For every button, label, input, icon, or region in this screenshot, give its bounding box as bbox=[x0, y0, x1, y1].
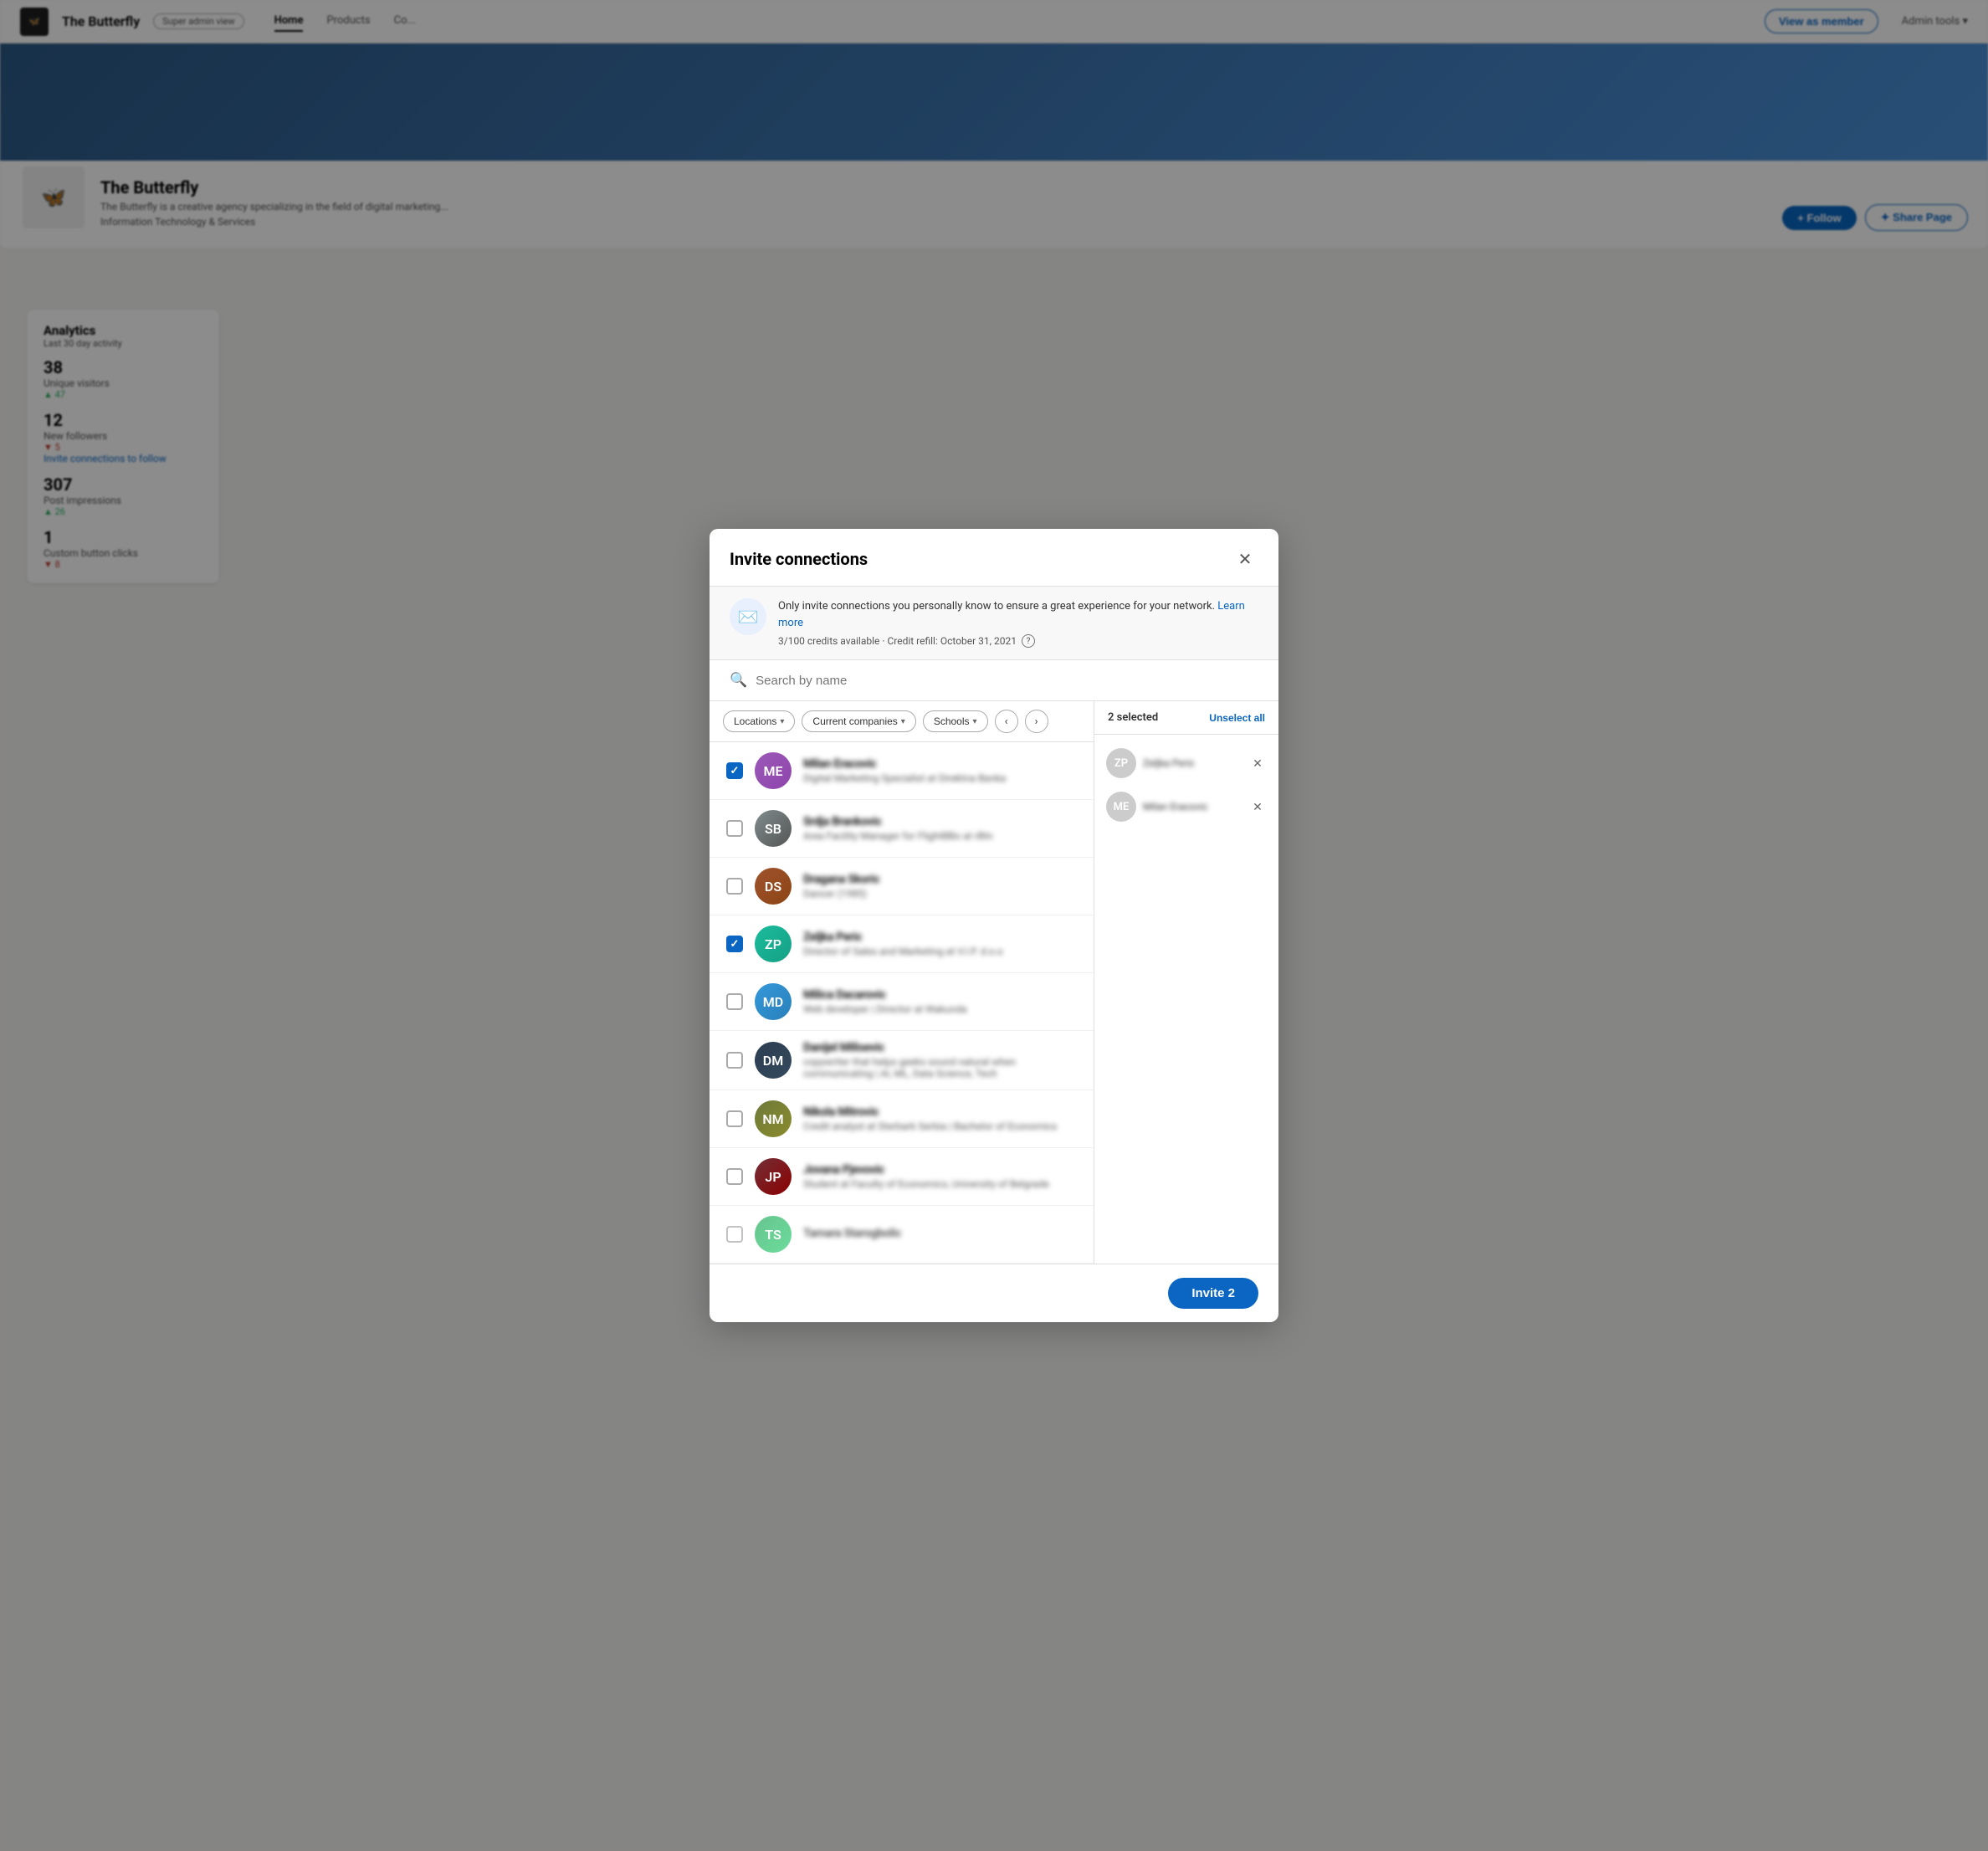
person-name: Srdja Brankovic bbox=[803, 815, 1077, 828]
remove-zeljka-button[interactable]: ✕ bbox=[1248, 754, 1267, 772]
checkbox-zeljka[interactable] bbox=[726, 936, 743, 952]
selected-avatar: ME bbox=[1106, 792, 1136, 822]
list-item[interactable]: DM Danijel Milisevic copywriter that hel… bbox=[710, 1031, 1094, 1090]
filter-prev-button[interactable]: ‹ bbox=[995, 710, 1018, 733]
checkbox-danijel[interactable] bbox=[726, 1052, 743, 1069]
modal-title: Invite connections bbox=[730, 549, 868, 569]
person-name: Milan Eracovic bbox=[803, 757, 1077, 771]
notice-text: Only invite connections you personally k… bbox=[778, 598, 1258, 631]
list-item[interactable]: ME Milan Eracovic Digital Marketing Spec… bbox=[710, 742, 1094, 800]
avatar: TS bbox=[755, 1216, 792, 1253]
checkbox-nikola[interactable] bbox=[726, 1110, 743, 1127]
modal-overlay[interactable]: Invite connections ✕ ✉️ Only invite conn… bbox=[0, 0, 1988, 1851]
selected-name: Milan Eracovic bbox=[1143, 801, 1242, 813]
person-title: copywriter that helps geeks sound natura… bbox=[803, 1056, 1077, 1079]
schools-label: Schools bbox=[934, 715, 970, 727]
list-item[interactable]: ZP Zeljka Peric Director of Sales and Ma… bbox=[710, 915, 1094, 973]
modal-header: Invite connections ✕ bbox=[710, 529, 1278, 587]
search-input[interactable] bbox=[756, 674, 1258, 688]
filter-bar: Locations ▾ Current companies ▾ Schools … bbox=[710, 701, 1094, 742]
person-name: Jovana Pjevovic bbox=[803, 1163, 1077, 1177]
avatar: ZP bbox=[755, 926, 792, 962]
person-title: Dancer (1985) bbox=[803, 888, 1077, 900]
checkbox-tamara[interactable] bbox=[726, 1226, 743, 1243]
avatar: DS bbox=[755, 868, 792, 905]
checkbox-jovana[interactable] bbox=[726, 1168, 743, 1185]
checkbox-srdja[interactable] bbox=[726, 820, 743, 837]
selected-item: ME Milan Eracovic ✕ bbox=[1094, 785, 1278, 828]
person-name: Danijel Milisevic bbox=[803, 1041, 1077, 1054]
companies-filter-chip[interactable]: Current companies ▾ bbox=[802, 710, 915, 732]
list-item[interactable]: TS Tamara Starogbolic bbox=[710, 1206, 1094, 1264]
person-name: Nikola Mitrovic bbox=[803, 1105, 1077, 1119]
companies-label: Current companies bbox=[812, 715, 897, 727]
schools-filter-chip[interactable]: Schools ▾ bbox=[923, 710, 988, 732]
locations-label: Locations bbox=[734, 715, 776, 727]
person-name: Tamara Starogbolic bbox=[803, 1227, 1077, 1240]
person-title: Credit analyst at Sterbark Serbia | Bach… bbox=[803, 1120, 1077, 1132]
list-item[interactable]: JP Jovana Pjevovic Student at Faculty of… bbox=[710, 1148, 1094, 1206]
avatar: SB bbox=[755, 810, 792, 847]
invite-button[interactable]: Invite 2 bbox=[1168, 1278, 1258, 1309]
locations-filter-chip[interactable]: Locations ▾ bbox=[723, 710, 795, 732]
selected-panel: 2 selected Unselect all ZP Zeljka Peric … bbox=[1094, 701, 1278, 1264]
selected-header: 2 selected Unselect all bbox=[1094, 701, 1278, 735]
selected-list: ZP Zeljka Peric ✕ ME Milan Eracovic ✕ bbox=[1094, 735, 1278, 1264]
invite-connections-modal: Invite connections ✕ ✉️ Only invite conn… bbox=[710, 529, 1278, 1322]
learn-more-link[interactable]: Learn more bbox=[778, 600, 1245, 629]
modal-body: Locations ▾ Current companies ▾ Schools … bbox=[710, 701, 1278, 1264]
list-item[interactable]: DS Dragana Skoric Dancer (1985) bbox=[710, 858, 1094, 915]
checkbox-milan[interactable] bbox=[726, 762, 743, 779]
person-title: Web developer | Director at Wakunda bbox=[803, 1003, 1077, 1015]
person-name: Milica Dacarovic bbox=[803, 988, 1077, 1002]
selected-count: 2 selected bbox=[1108, 711, 1158, 724]
selected-name: Zeljka Peric bbox=[1143, 757, 1242, 769]
list-item[interactable]: MD Milica Dacarovic Web developer | Dire… bbox=[710, 973, 1094, 1031]
credits-info: 3/100 credits available · Credit refill:… bbox=[778, 634, 1258, 648]
selected-avatar: ZP bbox=[1106, 748, 1136, 778]
search-bar: 🔍 bbox=[710, 660, 1278, 701]
person-title: Director of Sales and Marketing at V.I.P… bbox=[803, 946, 1077, 957]
avatar: NM bbox=[755, 1100, 792, 1137]
locations-arrow-icon: ▾ bbox=[780, 717, 784, 726]
person-title: Student at Faculty of Economics, Univers… bbox=[803, 1178, 1077, 1190]
filter-next-button[interactable]: › bbox=[1025, 710, 1048, 733]
remove-milan-button[interactable]: ✕ bbox=[1248, 797, 1267, 816]
person-title: Digital Marketing Specialist at Direktna… bbox=[803, 772, 1077, 784]
notice-envelope-icon: ✉️ bbox=[730, 598, 766, 635]
modal-left-panel: Locations ▾ Current companies ▾ Schools … bbox=[710, 701, 1094, 1264]
avatar: JP bbox=[755, 1158, 792, 1195]
list-item[interactable]: SB Srdja Brankovic Area Facility Manager… bbox=[710, 800, 1094, 858]
selected-item: ZP Zeljka Peric ✕ bbox=[1094, 741, 1278, 785]
modal-close-button[interactable]: ✕ bbox=[1232, 546, 1258, 572]
person-name: Dragana Skoric bbox=[803, 873, 1077, 886]
notice-banner: ✉️ Only invite connections you personall… bbox=[710, 587, 1278, 660]
unselect-all-button[interactable]: Unselect all bbox=[1209, 712, 1265, 724]
checkbox-dragana[interactable] bbox=[726, 878, 743, 895]
connection-list: ME Milan Eracovic Digital Marketing Spec… bbox=[710, 742, 1094, 1264]
credits-help-icon[interactable]: ? bbox=[1022, 634, 1035, 648]
person-title: Area Facility Manager for FlightBBo at r… bbox=[803, 830, 1077, 842]
person-name: Zeljka Peric bbox=[803, 931, 1077, 944]
list-item[interactable]: NM Nikola Mitrovic Credit analyst at Ste… bbox=[710, 1090, 1094, 1148]
avatar: DM bbox=[755, 1042, 792, 1079]
checkbox-milica[interactable] bbox=[726, 993, 743, 1010]
companies-arrow-icon: ▾ bbox=[901, 717, 905, 726]
schools-arrow-icon: ▾ bbox=[973, 717, 977, 726]
search-icon: 🔍 bbox=[730, 672, 747, 689]
modal-footer: Invite 2 bbox=[710, 1264, 1278, 1322]
avatar: ME bbox=[755, 752, 792, 789]
avatar: MD bbox=[755, 983, 792, 1020]
